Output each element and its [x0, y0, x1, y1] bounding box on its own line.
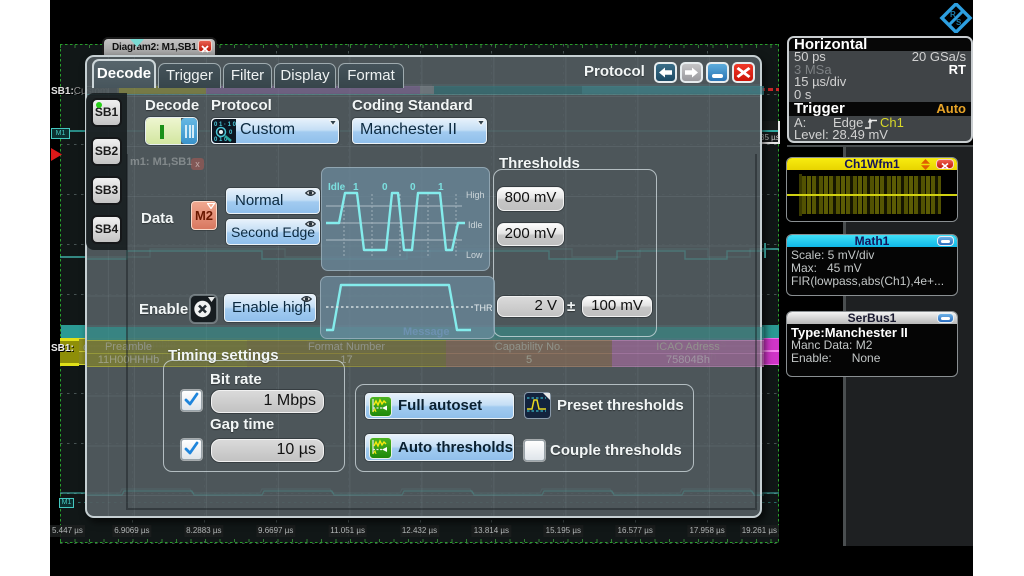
- svg-text:Message: Message: [403, 326, 449, 338]
- svg-text:High: High: [466, 190, 485, 200]
- svg-text:Idle: Idle: [468, 220, 483, 230]
- svg-text:1: 1: [438, 182, 444, 193]
- svg-text:S: S: [956, 18, 962, 27]
- svg-text:0: 0: [229, 130, 233, 136]
- svg-text:0: 0: [410, 182, 416, 193]
- svg-text:Low: Low: [466, 250, 483, 260]
- svg-text:0: 0: [382, 182, 388, 193]
- svg-text:0 1 · 1 0: 0 1 · 1 0: [214, 122, 236, 128]
- svg-text:1: 1: [353, 182, 359, 193]
- svg-text:THR: THR: [474, 303, 493, 313]
- svg-text:Idle: Idle: [328, 182, 346, 193]
